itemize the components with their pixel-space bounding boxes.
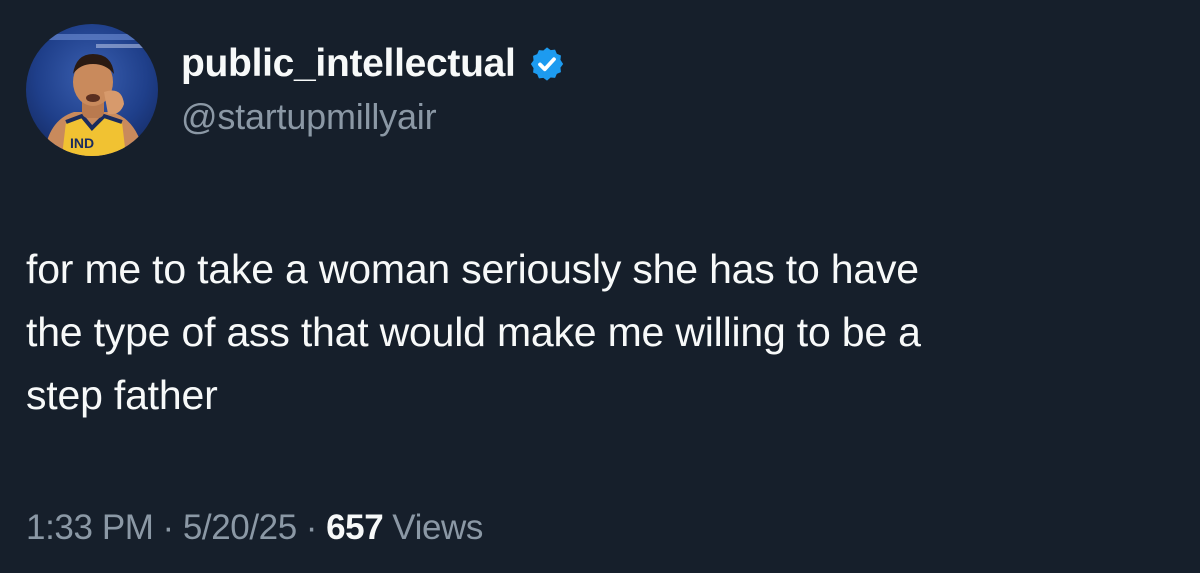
avatar-photo: IND bbox=[26, 24, 158, 156]
tweet-card: IND public_intellectual @startupmillyair… bbox=[0, 0, 1200, 573]
meta-separator: · bbox=[162, 508, 175, 547]
verified-badge-icon bbox=[528, 45, 566, 83]
views-label[interactable]: Views bbox=[392, 508, 483, 548]
tweet-time[interactable]: 1:33 PM bbox=[26, 508, 154, 548]
tweet-meta: 1:33 PM · 5/20/25 · 657 Views bbox=[26, 508, 483, 548]
tweet-date[interactable]: 5/20/25 bbox=[183, 508, 297, 548]
svg-text:IND: IND bbox=[70, 135, 94, 151]
author-display-name[interactable]: public_intellectual bbox=[181, 42, 516, 86]
meta-separator: · bbox=[305, 508, 318, 547]
views-count[interactable]: 657 bbox=[326, 508, 384, 548]
author-handle[interactable]: @startupmillyair bbox=[181, 96, 437, 138]
tweet-text: for me to take a woman seriously she has… bbox=[26, 246, 921, 418]
author-name-row: public_intellectual bbox=[181, 38, 566, 90]
author-avatar[interactable]: IND bbox=[26, 24, 158, 156]
